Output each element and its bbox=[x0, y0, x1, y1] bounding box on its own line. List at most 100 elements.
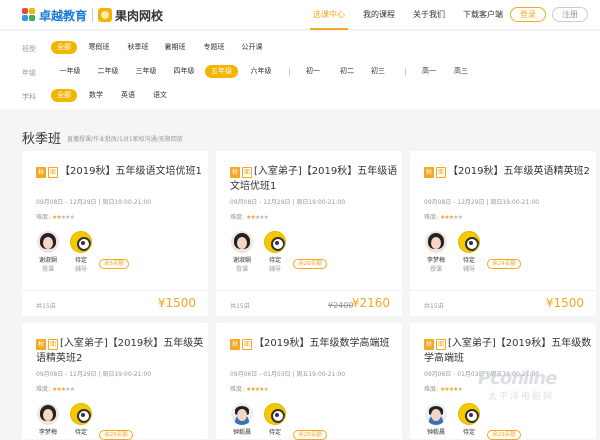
tutor-info[interactable]: 待定 辅导 bbox=[66, 231, 96, 273]
filter-type-summer[interactable]: 暑期班 bbox=[162, 41, 188, 54]
course-difficulty: 难度: ★★★★★ bbox=[36, 214, 75, 221]
course-card[interactable]: 秋面 [入室弟子]【2019秋】五年级语文培优班1 09月08日 - 12月29… bbox=[216, 151, 402, 316]
grade-label: 年级 bbox=[22, 69, 36, 77]
section-subtitle: 直播授课/作业批改/1对1家校沟通/无限回放 bbox=[67, 136, 183, 143]
course-title[interactable]: [入室弟子]【2019秋】五年级数学高端班 bbox=[424, 336, 592, 366]
lesson-count: 共15讲 bbox=[230, 303, 250, 310]
teacher-info[interactable]: 钟毅晨 bbox=[227, 403, 257, 436]
tutor-avatar bbox=[458, 403, 480, 425]
lesson-count: 共15讲 bbox=[424, 303, 444, 310]
remaining-seats-badge: 余5名额 bbox=[99, 259, 129, 269]
tutor-avatar bbox=[458, 231, 480, 253]
course-card[interactable]: 秋面 [入室弟子]【2019秋】五年级英语精英班2 09月08日 - 12月29… bbox=[22, 323, 208, 440]
grade-divider bbox=[405, 68, 406, 76]
filter-grade-1[interactable]: 一年级 bbox=[55, 65, 85, 78]
nav-my-courses[interactable]: 我的课程 bbox=[363, 9, 395, 20]
filter-type-all[interactable]: 全部 bbox=[51, 41, 77, 54]
tutor-info[interactable]: 待定 bbox=[260, 403, 290, 436]
course-card[interactable]: 秋面 【2019秋】五年级英语精英班2 09月08日 - 12月29日 | 周日… bbox=[410, 151, 596, 316]
tutor-avatar bbox=[70, 403, 92, 425]
teacher-info[interactable]: 谢淑娴 授课 bbox=[33, 231, 63, 273]
zhuoyue-logo-icon bbox=[22, 8, 36, 22]
teacher-name: 李梦梅 bbox=[426, 257, 445, 264]
filter-type-winter[interactable]: 寒假班 bbox=[86, 41, 112, 54]
teacher-avatar bbox=[231, 231, 253, 253]
tutor-avatar bbox=[264, 403, 286, 425]
teacher-name: 谢淑娴 bbox=[38, 257, 57, 264]
brand-sub-name: 果肉网校 bbox=[115, 8, 164, 23]
filter-type-topic[interactable]: 专题班 bbox=[201, 41, 227, 54]
course-title[interactable]: [入室弟子]【2019秋】五年级英语精英班2 bbox=[36, 336, 204, 366]
login-button[interactable]: 登录 bbox=[510, 7, 546, 22]
course-title[interactable]: 【2019秋】五年级语文培优班1 bbox=[36, 164, 204, 179]
filter-type-open[interactable]: 公开课 bbox=[239, 41, 265, 54]
course-difficulty: 难度: ★★★★★ bbox=[424, 386, 463, 393]
difficulty-stars: ★★★★★ bbox=[439, 386, 463, 393]
course-schedule: 09月08日 - 12月29日 | 周日19:00-21:00 bbox=[230, 199, 346, 206]
tutor-name: 待定 bbox=[74, 429, 87, 436]
teacher-info[interactable]: 钟毅晨 bbox=[421, 403, 451, 436]
teacher-role: 授课 bbox=[429, 266, 442, 273]
filter-subject-english[interactable]: 英语 bbox=[118, 89, 138, 102]
tutor-info[interactable]: 待定 bbox=[454, 403, 484, 436]
filter-type-autumn[interactable]: 秋季班 bbox=[125, 41, 151, 54]
brand-divider bbox=[92, 8, 94, 22]
filter-grade-middle-1[interactable]: 初一 bbox=[302, 65, 324, 78]
course-difficulty: 难度: ★★★★★ bbox=[230, 214, 269, 221]
brand-logo[interactable]: 卓越教育 果肉网校 bbox=[22, 7, 163, 23]
filter-grade-middle-2[interactable]: 初二 bbox=[336, 65, 358, 78]
watermark-brand: Pconline bbox=[478, 368, 557, 389]
course-card[interactable]: 秋面 【2019秋】五年级语文培优班1 09月08日 - 12月29日 | 周日… bbox=[22, 151, 208, 316]
card-divider bbox=[216, 290, 402, 291]
filter-grade-high-1[interactable]: 高一 bbox=[418, 65, 440, 78]
tutor-avatar bbox=[264, 231, 286, 253]
teacher-avatar bbox=[37, 231, 59, 253]
teacher-avatar bbox=[37, 403, 59, 425]
filter-grade-5[interactable]: 五年级 bbox=[205, 65, 238, 78]
card-divider bbox=[22, 290, 208, 291]
filter-grade-2[interactable]: 二年级 bbox=[93, 65, 123, 78]
teacher-avatar bbox=[231, 403, 253, 425]
course-price: ¥1500 bbox=[545, 296, 584, 310]
remaining-seats-badge: 余24名额 bbox=[487, 259, 521, 269]
nav-about-us[interactable]: 关于我们 bbox=[413, 9, 445, 20]
tutor-name: 待定 bbox=[268, 257, 281, 264]
filter-subject-math[interactable]: 数学 bbox=[86, 89, 106, 102]
filter-subject-all[interactable]: 全部 bbox=[51, 89, 77, 102]
difficulty-stars: ★★★★★ bbox=[245, 214, 269, 221]
top-header: 卓越教育 果肉网校 选课中心 我的课程 关于我们 下载客户端 登录 注册 bbox=[0, 0, 600, 30]
subject-label: 学科 bbox=[22, 93, 36, 101]
filter-grade-3[interactable]: 三年级 bbox=[131, 65, 161, 78]
tutor-role: 辅导 bbox=[462, 266, 475, 273]
card-divider bbox=[410, 290, 596, 291]
brand-name: 卓越教育 bbox=[39, 8, 88, 23]
filter-subject-chinese[interactable]: 语文 bbox=[150, 89, 170, 102]
teacher-info[interactable]: 谢淑娴 授课 bbox=[227, 231, 257, 273]
nav-active-indicator bbox=[310, 28, 348, 30]
course-title[interactable]: 【2019秋】五年级英语精英班2 bbox=[424, 164, 592, 179]
register-button[interactable]: 注册 bbox=[552, 7, 588, 22]
difficulty-stars: ★★★★★ bbox=[51, 214, 75, 221]
tutor-info[interactable]: 待定 bbox=[66, 403, 96, 436]
pconline-watermark: Pconline 太平洋电脑网 bbox=[478, 368, 596, 404]
filter-grade-4[interactable]: 四年级 bbox=[169, 65, 199, 78]
filter-grade-6[interactable]: 六年级 bbox=[246, 65, 276, 78]
course-title[interactable]: 【2019秋】五年级数学高端班 bbox=[230, 336, 398, 351]
tutor-info[interactable]: 待定 辅导 bbox=[454, 231, 484, 273]
course-card[interactable]: 秋面 【2019秋】五年级数学高端班 09月06日 - 01月03日 | 周五1… bbox=[216, 323, 402, 440]
nav-download-client[interactable]: 下载客户端 bbox=[463, 9, 503, 20]
teacher-info[interactable]: 李梦梅 bbox=[33, 403, 63, 436]
teacher-info[interactable]: 李梦梅 授课 bbox=[421, 231, 451, 273]
tutor-info[interactable]: 待定 辅导 bbox=[260, 231, 290, 273]
grade-divider bbox=[289, 68, 290, 76]
course-price: ¥2160 bbox=[351, 296, 390, 310]
course-title[interactable]: [入室弟子]【2019秋】五年级语文培优班1 bbox=[230, 164, 398, 194]
course-price: ¥1500 bbox=[157, 296, 196, 310]
guorou-logo-icon bbox=[98, 8, 113, 22]
filter-grade-high-3[interactable]: 高三 bbox=[450, 65, 472, 78]
filter-grade-middle-3[interactable]: 初三 bbox=[367, 65, 389, 78]
teacher-avatar bbox=[425, 231, 447, 253]
nav-course-center[interactable]: 选课中心 bbox=[313, 9, 345, 20]
watermark-caption: 太平洋电脑网 bbox=[488, 392, 555, 402]
remaining-seats-badge: 余26名额 bbox=[293, 259, 327, 269]
